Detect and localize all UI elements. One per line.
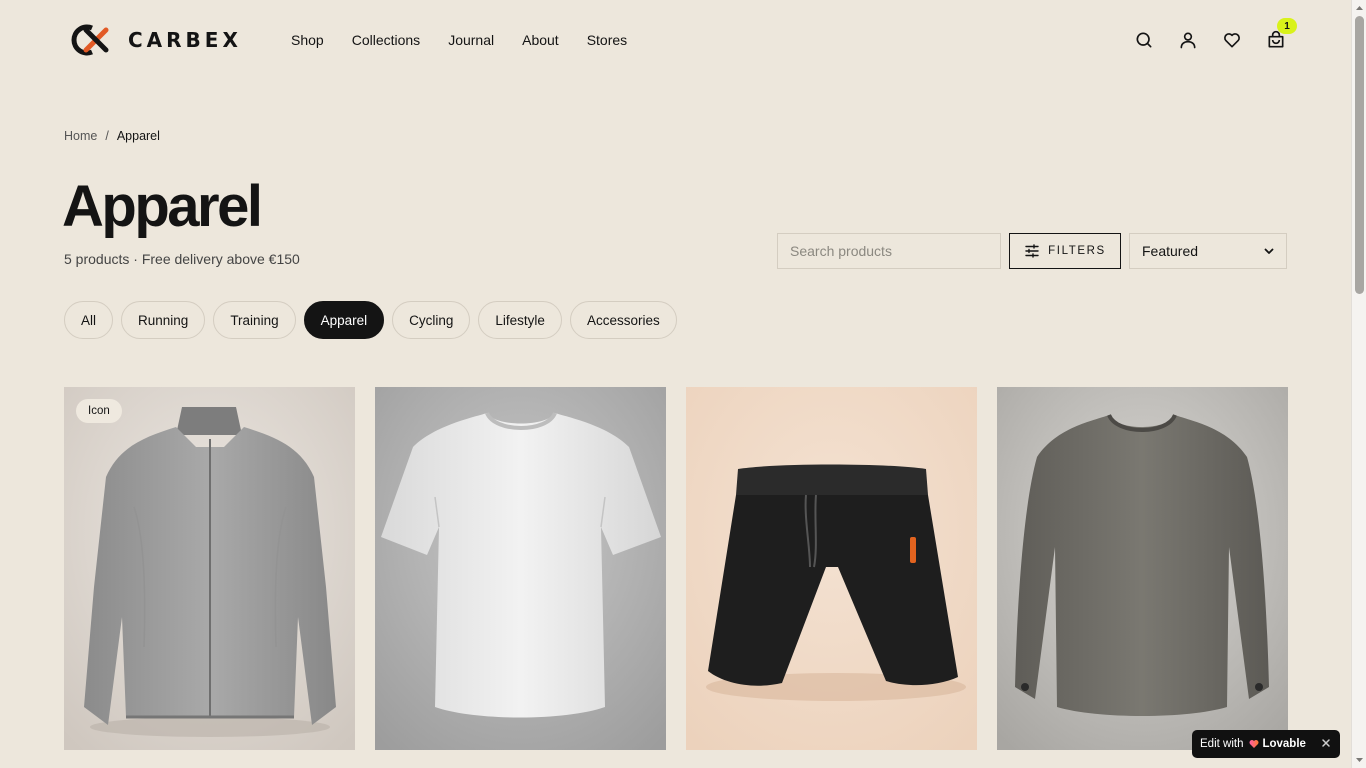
nav-about[interactable]: About (522, 31, 559, 49)
account-icon[interactable] (1177, 28, 1199, 52)
grey-jacket-image (64, 387, 355, 750)
lovable-prefix: Edit with (1200, 738, 1244, 750)
breadcrumb-home[interactable]: Home (64, 129, 97, 143)
search-icon[interactable] (1133, 28, 1155, 52)
sort-value: Featured (1142, 243, 1199, 259)
chevron-down-icon (1264, 248, 1274, 254)
category-pill-cycling[interactable]: Cycling (392, 301, 471, 339)
search-input[interactable] (777, 233, 1001, 269)
product-card[interactable] (997, 387, 1288, 750)
close-icon[interactable] (1320, 737, 1332, 749)
page: CARBEX Shop Collections Journal About St… (0, 0, 1351, 768)
main-nav: Shop Collections Journal About Stores (291, 31, 655, 49)
category-pill-lifestyle[interactable]: Lifestyle (478, 301, 562, 339)
scrollbar-thumb[interactable] (1355, 16, 1364, 294)
cart-count-badge: 1 (1277, 18, 1297, 34)
breadcrumb-current: Apparel (116, 129, 160, 143)
breadcrumb-separator: / (105, 129, 109, 143)
nav-collections[interactable]: Collections (352, 31, 420, 49)
grey-longsleeve-image (997, 387, 1288, 750)
nav-shop[interactable]: Shop (291, 31, 324, 49)
filters-label: FILTERS (1048, 245, 1106, 257)
black-shorts-image (686, 387, 977, 750)
product-card[interactable] (375, 387, 666, 750)
page-subtitle: 5 products · Free delivery above €150 (64, 251, 300, 267)
scroll-down-arrow-icon[interactable] (1355, 756, 1364, 764)
vertical-scrollbar[interactable] (1351, 0, 1366, 768)
nav-journal[interactable]: Journal (448, 31, 494, 49)
page-title: Apparel (62, 174, 263, 239)
category-pills: All Running Training Apparel Cycling Lif… (64, 301, 677, 339)
lovable-heart-icon (1249, 740, 1259, 748)
product-grid: Icon (64, 387, 1288, 750)
nav-stores[interactable]: Stores (587, 31, 627, 49)
category-pill-all[interactable]: All (64, 301, 114, 339)
sliders-icon (1025, 244, 1039, 258)
product-badge: Icon (76, 399, 122, 423)
category-pill-apparel[interactable]: Apparel (303, 301, 385, 339)
header-actions: 1 (1133, 18, 1297, 52)
white-tshirt-image (375, 387, 666, 750)
logo-mark-icon (71, 24, 109, 56)
edit-with-lovable-badge[interactable]: Edit with Lovable (1192, 730, 1340, 758)
product-card[interactable]: Icon (64, 387, 355, 750)
lovable-brand: Lovable (1262, 738, 1306, 750)
wishlist-icon[interactable] (1221, 28, 1243, 52)
category-pill-training[interactable]: Training (213, 301, 296, 339)
filters-button[interactable]: FILTERS (1009, 233, 1121, 269)
site-header: CARBEX Shop Collections Journal About St… (64, 18, 1297, 58)
category-pill-accessories[interactable]: Accessories (569, 301, 677, 339)
category-pill-running[interactable]: Running (121, 301, 206, 339)
breadcrumb: Home / Apparel (64, 129, 160, 143)
product-card[interactable] (686, 387, 977, 750)
sort-select[interactable]: Featured (1129, 233, 1287, 269)
brand-logo[interactable]: CARBEX (64, 24, 242, 56)
cart-icon[interactable]: 1 (1265, 18, 1297, 52)
scroll-up-arrow-icon[interactable] (1355, 4, 1364, 12)
brand-name: CARBEX (128, 28, 242, 52)
